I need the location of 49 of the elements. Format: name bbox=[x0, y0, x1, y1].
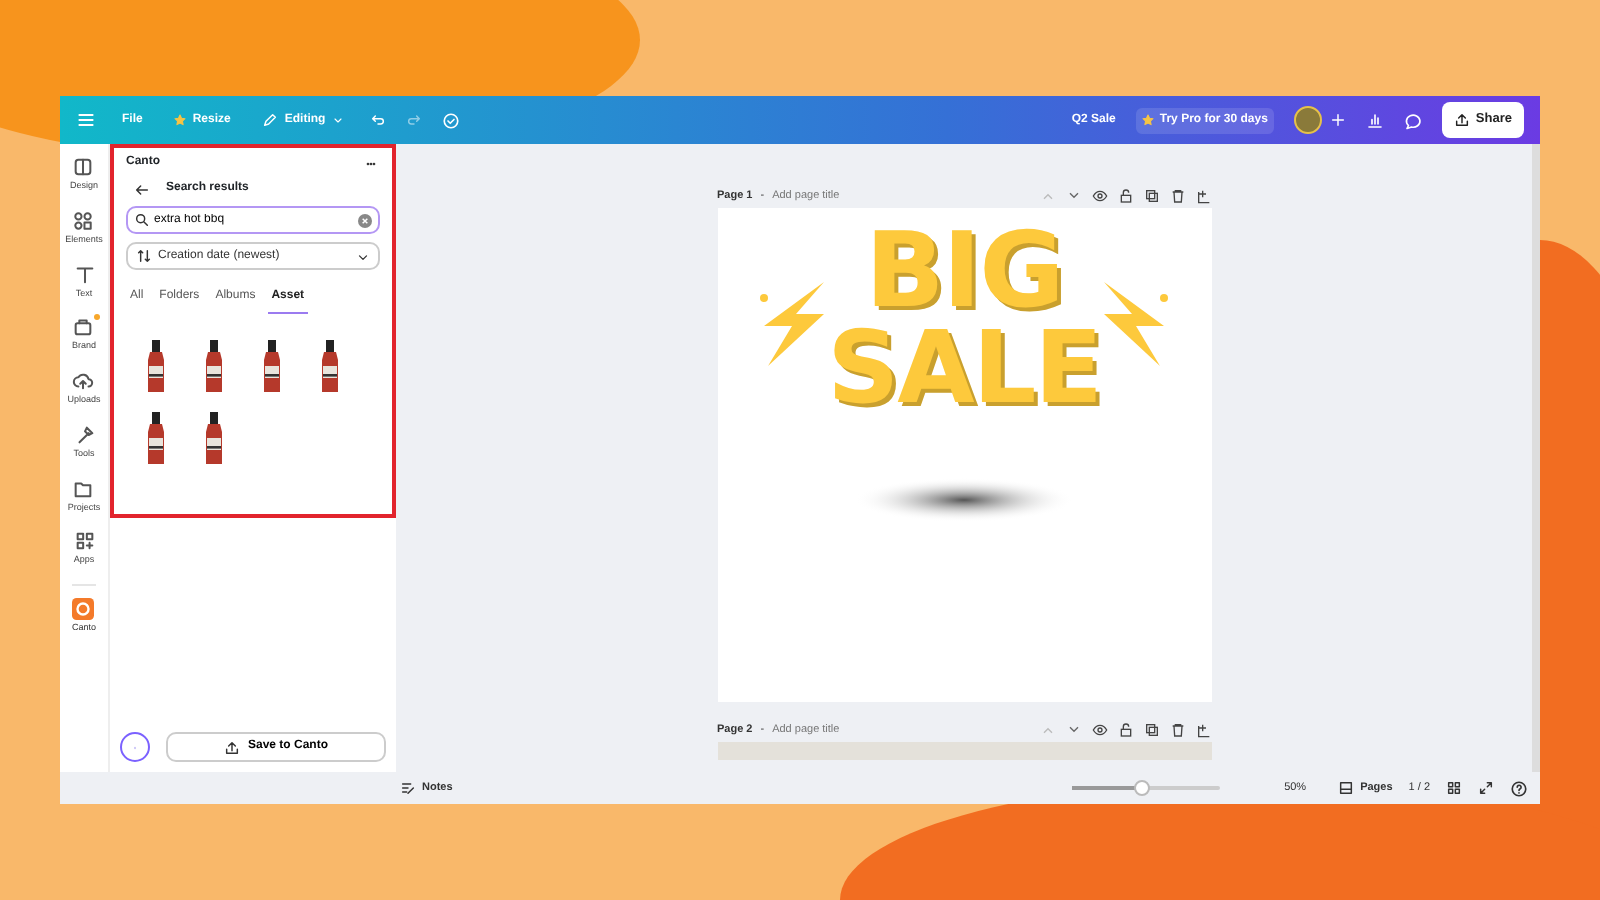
apps-icon bbox=[73, 530, 95, 553]
briefcase-icon bbox=[72, 316, 95, 339]
magic-button[interactable] bbox=[120, 732, 150, 762]
plus-icon[interactable] bbox=[1329, 112, 1346, 128]
cloud-check-icon[interactable] bbox=[441, 111, 460, 129]
add-page-icon[interactable] bbox=[1195, 722, 1211, 738]
add-page-icon[interactable] bbox=[1195, 188, 1211, 204]
pen-icon bbox=[73, 423, 95, 446]
layout-icon bbox=[72, 156, 95, 178]
clear-icon[interactable] bbox=[358, 213, 372, 227]
chart-icon[interactable] bbox=[1365, 111, 1384, 129]
eye-icon[interactable] bbox=[1091, 188, 1107, 204]
copy-icon[interactable] bbox=[1143, 188, 1159, 204]
star-icon bbox=[1141, 114, 1154, 126]
sale-headline-text: SALE bbox=[827, 322, 1101, 418]
chevron-down-icon[interactable] bbox=[1065, 188, 1081, 204]
caret-icon bbox=[331, 114, 344, 126]
help-icon[interactable] bbox=[1510, 779, 1528, 797]
sort-icon bbox=[136, 248, 152, 264]
back-arrow-icon[interactable] bbox=[134, 181, 150, 197]
trash-icon[interactable] bbox=[1169, 722, 1185, 738]
notes-icon bbox=[400, 780, 416, 796]
sale-headline-text: BIG bbox=[865, 224, 1063, 323]
folder-icon bbox=[72, 477, 95, 499]
upload-icon bbox=[223, 739, 240, 755]
upload-icon bbox=[1453, 112, 1470, 128]
chevron-down-icon[interactable] bbox=[1065, 722, 1081, 738]
search-icon bbox=[134, 212, 150, 228]
upload-cloud-icon bbox=[72, 370, 95, 392]
lock-icon[interactable] bbox=[1117, 722, 1133, 738]
expand-icon[interactable] bbox=[1478, 780, 1494, 796]
comment-icon[interactable] bbox=[1403, 111, 1422, 129]
trash-icon[interactable] bbox=[1169, 188, 1185, 204]
pencil-icon bbox=[262, 112, 279, 128]
star-icon bbox=[174, 114, 187, 126]
caret-icon bbox=[356, 249, 370, 263]
pages-icon bbox=[1338, 780, 1355, 796]
shapes-icon bbox=[72, 209, 95, 232]
grid-view-icon[interactable] bbox=[1446, 780, 1462, 796]
page-thumbnail[interactable] bbox=[717, 742, 1211, 760]
text-icon bbox=[73, 263, 95, 285]
avatar[interactable] bbox=[1293, 106, 1322, 134]
copy-icon[interactable] bbox=[1143, 722, 1159, 738]
undo-icon[interactable] bbox=[369, 112, 386, 128]
app-logo-icon bbox=[72, 598, 95, 620]
lock-icon[interactable] bbox=[1117, 188, 1133, 204]
slider-thumb[interactable] bbox=[1133, 780, 1150, 796]
eye-icon[interactable] bbox=[1091, 722, 1107, 738]
more-icon[interactable] bbox=[362, 157, 380, 169]
